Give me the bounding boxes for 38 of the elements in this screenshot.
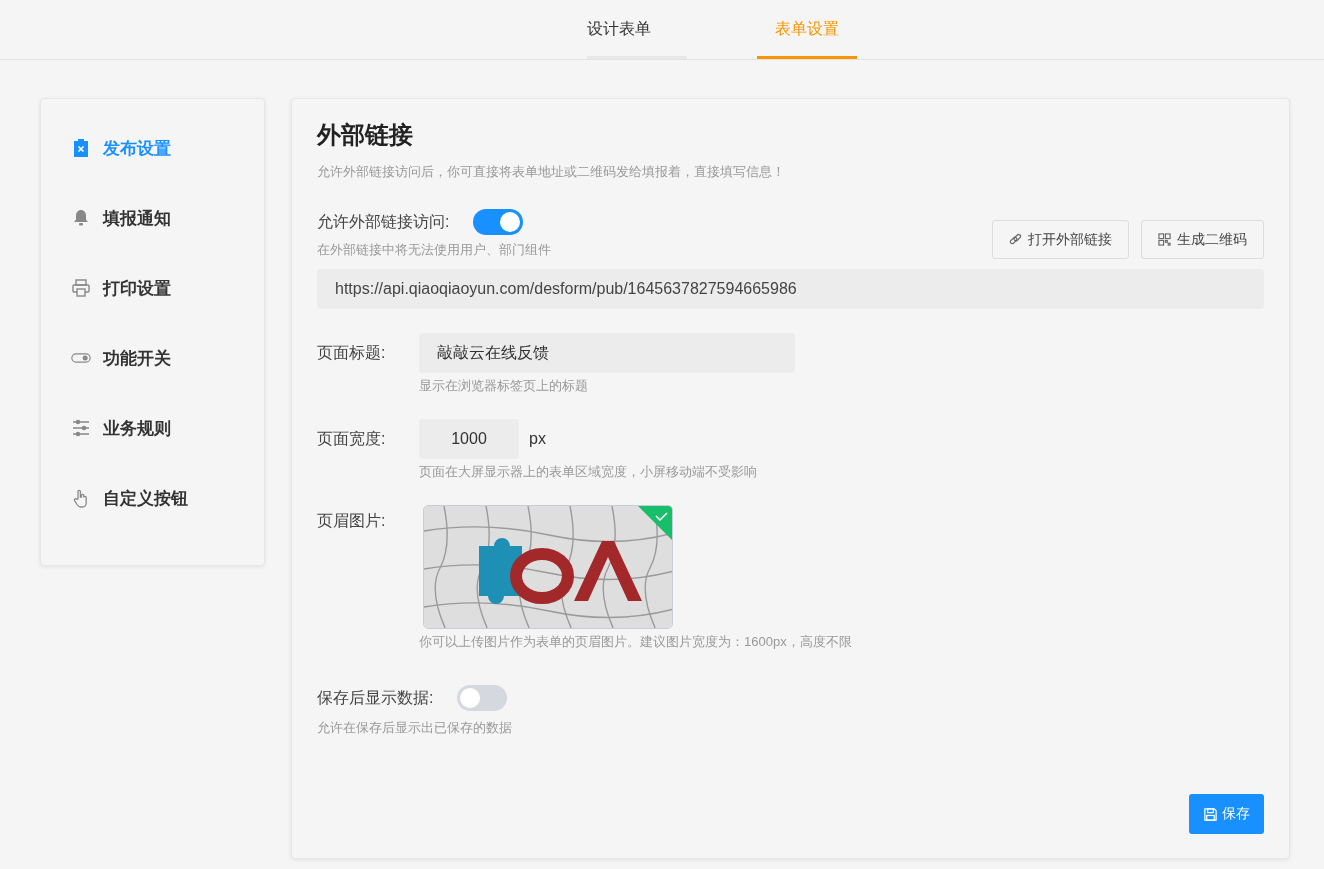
sidebar-item-label: 功能开关	[103, 347, 171, 370]
toggle-switch[interactable]	[457, 685, 508, 711]
sidebar-item[interactable]: 业务规则	[41, 393, 264, 463]
page-title-input[interactable]: 敲敲云在线反馈	[419, 333, 795, 373]
page-width-input[interactable]: 1000	[419, 419, 519, 459]
field-hint: 你可以上传图片作为表单的页眉图片。建议图片宽度为：1600px，高度不限	[419, 633, 853, 651]
bell-icon	[71, 208, 91, 228]
field-hint: 允许在保存后显示出已保存的数据	[317, 719, 513, 737]
url-field[interactable]: https://api.qiaoqiaoyun.com/desform/pub/1645637827594665986	[317, 269, 1264, 309]
sliders-icon	[71, 418, 91, 438]
field-label: 页面宽度:	[317, 428, 387, 449]
unit-label: px	[529, 430, 546, 448]
field-label: 页眉图片:	[317, 511, 387, 531]
field-hint: 显示在浏览器标签页上的标题	[419, 377, 589, 395]
toggle-switch[interactable]	[473, 209, 524, 235]
qr-code-icon	[1158, 233, 1171, 246]
qr-code-button[interactable]: 生成二维码	[1141, 220, 1264, 259]
link-icon	[1009, 233, 1022, 246]
section-description: 允许外部链接访问后，你可直接将表单地址或二维码发给填报着，直接填写信息！	[317, 163, 786, 181]
sidebar-item[interactable]: 填报通知	[41, 183, 264, 253]
tab[interactable]: 设计表单	[587, 0, 687, 59]
field-hint: 在外部链接中将无法使用用户、部门组件	[317, 241, 551, 259]
section-title: 外部链接	[317, 120, 414, 150]
clipboard-icon	[71, 138, 91, 158]
sidebar-item-label: 发布设置	[103, 137, 171, 160]
field-label: 保存后显示数据:	[317, 687, 434, 708]
open-link-button[interactable]: 打开外部链接	[992, 220, 1129, 259]
sidebar-item-label: 打印设置	[103, 277, 171, 300]
field-label: 允许外部链接访问:	[317, 211, 450, 232]
sidebar-item-label: 业务规则	[103, 417, 171, 440]
sidebar-item[interactable]: 功能开关	[41, 323, 264, 393]
sidebar-item[interactable]: 自定义按钮	[41, 463, 264, 533]
field-label: 页面标题:	[317, 342, 387, 363]
sidebar-item-label: 填报通知	[103, 207, 171, 230]
printer-icon	[71, 278, 91, 298]
sidebar-item[interactable]: 打印设置	[41, 253, 264, 323]
field-hint: 页面在大屏显示器上的表单区域宽度，小屏移动端不受影响	[419, 463, 758, 481]
sidebar-item-label: 自定义按钮	[103, 487, 188, 510]
